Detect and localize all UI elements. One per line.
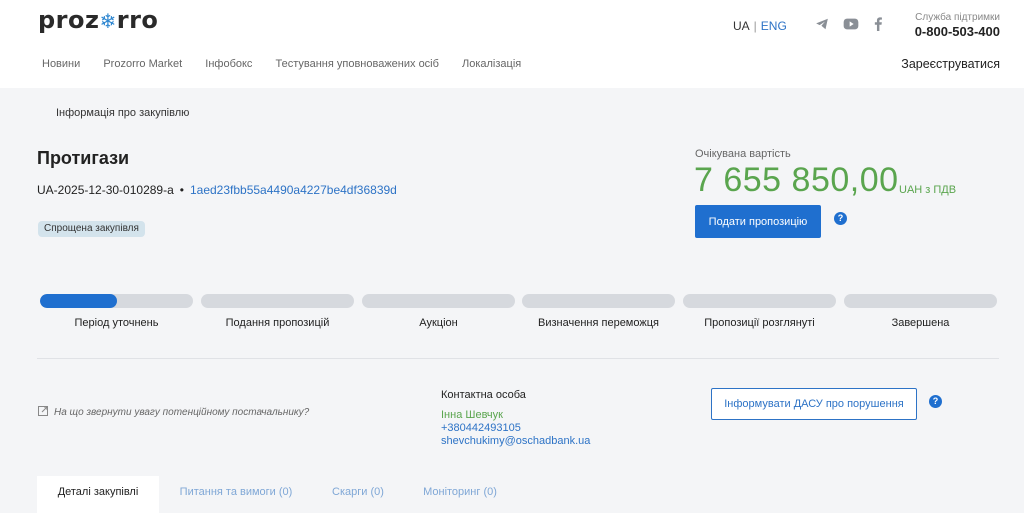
expected-value-label: Очікувана вартість	[695, 148, 791, 160]
site-header: proz❄rro UA | ENG Служба підтримки 0-800-5…	[0, 0, 1024, 88]
tender-id: UA-2025-12-30-010289-a	[37, 183, 174, 197]
stage-proposals: Подання пропозицій	[201, 294, 354, 329]
support-phone[interactable]: 0-800-503-400	[915, 24, 1000, 39]
help-icon[interactable]: ?	[834, 212, 847, 225]
lang-eng[interactable]: ENG	[761, 19, 787, 33]
section-divider	[37, 358, 999, 359]
contact-phone[interactable]: +380442493105	[441, 422, 521, 434]
tab-monitoring[interactable]: Моніторинг (0)	[413, 476, 507, 513]
nav-item-market[interactable]: Prozorro Market	[103, 58, 182, 70]
contact-title: Контактна особа	[441, 389, 526, 401]
procurement-type-badge: Спрощена закупівля	[38, 221, 145, 237]
stage-fill	[40, 294, 117, 308]
expected-value: 7 655 850,00	[694, 161, 899, 199]
tab-complaints[interactable]: Скарги (0)	[323, 476, 393, 513]
expected-value-unit: UAH з ПДВ	[899, 184, 957, 196]
external-link-icon	[38, 406, 48, 416]
stage-label: Аукціон	[419, 317, 458, 329]
register-link[interactable]: Зареєструватися	[901, 57, 1000, 71]
stage-clarification: Період уточнень	[40, 294, 193, 329]
stage-bar	[40, 294, 193, 308]
submit-proposal-button[interactable]: Подати пропозицію	[695, 205, 821, 238]
snowflake-icon: ❄	[99, 9, 117, 33]
stage-label: Визначення переможця	[538, 317, 659, 329]
main-nav: Новини Prozorro Market Інфобокс Тестуван…	[42, 58, 541, 70]
tender-content: Інформація про закупівлю Протигази UA-20…	[0, 88, 1024, 513]
stage-reviewed: Пропозиції розглянуті	[683, 294, 836, 329]
support-block: Служба підтримки 0-800-503-400	[915, 12, 1000, 39]
stage-label: Період уточнень	[74, 317, 159, 329]
nav-item-infobox[interactable]: Інфобокс	[205, 58, 252, 70]
stage-label: Подання пропозицій	[225, 317, 330, 329]
tender-hash-link[interactable]: 1aed23fbb55a4490a4227be4df36839d	[190, 183, 397, 197]
page-title: Протигази	[37, 148, 130, 168]
report-dasu-button[interactable]: Інформувати ДАСУ про порушення	[711, 388, 917, 420]
nav-item-testing[interactable]: Тестування уповноважених осіб	[275, 58, 438, 70]
nav-item-localization[interactable]: Локалізація	[462, 58, 521, 70]
supplier-hint-text: На що звернути увагу потенційному постач…	[54, 407, 310, 418]
supplier-hint-link[interactable]: На що звернути увагу потенційному постач…	[38, 406, 309, 418]
stage-bar	[201, 294, 354, 308]
tab-details[interactable]: Деталі закупівлі	[37, 476, 159, 513]
stage-bar	[362, 294, 515, 308]
stage-bar	[522, 294, 675, 308]
breadcrumb[interactable]: Інформація про закупівлю	[56, 107, 189, 119]
help-icon[interactable]: ?	[929, 395, 942, 408]
support-label: Служба підтримки	[915, 12, 1000, 23]
stage-completed: Завершена	[844, 294, 997, 329]
stage-bar	[844, 294, 997, 308]
lang-ua[interactable]: UA	[733, 19, 750, 33]
prozorro-logo[interactable]: proz❄rro	[38, 6, 158, 34]
stage-label: Пропозиції розглянуті	[704, 317, 815, 329]
facebook-icon[interactable]	[870, 17, 886, 33]
stage-winner: Визначення переможця	[522, 294, 675, 329]
telegram-icon[interactable]	[814, 17, 830, 33]
contact-email[interactable]: shevchukimy@oschadbank.ua	[441, 435, 590, 447]
language-switcher: UA | ENG	[733, 19, 787, 33]
tab-questions[interactable]: Питання та вимоги (0)	[167, 476, 305, 513]
stage-bar	[683, 294, 836, 308]
tender-ids: UA-2025-12-30-010289-a • 1aed23fbb55a4490a…	[37, 183, 397, 197]
stage-auction: Аукціон	[362, 294, 515, 329]
stage-label: Завершена	[891, 317, 950, 329]
nav-item-news[interactable]: Новини	[42, 58, 80, 70]
youtube-icon[interactable]	[843, 17, 859, 33]
contact-name: Інна Шевчук	[441, 409, 503, 421]
